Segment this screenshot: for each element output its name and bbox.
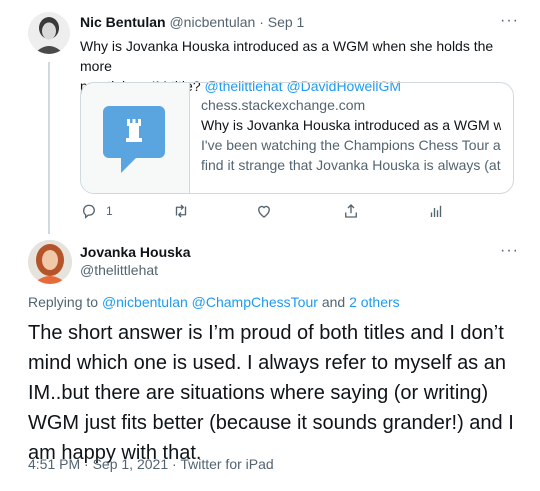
tweet-header: Nic Bentulan @nicbentulan · Sep 1: [80, 14, 304, 30]
avatar[interactable]: [28, 12, 70, 54]
heart-icon: [258, 205, 270, 218]
tweet-time[interactable]: 4:51 PM: [28, 456, 80, 472]
others-link[interactable]: 2 others: [349, 294, 400, 310]
mention-link[interactable]: @ChampChessTour: [192, 294, 318, 310]
avatar-portrait-image: [28, 240, 72, 284]
replying-to-and: and: [321, 294, 346, 310]
reply-button[interactable]: 1: [80, 202, 113, 220]
tweet-date[interactable]: Sep 1, 2021: [93, 456, 169, 472]
replying-to-prefix: Replying to: [28, 294, 99, 310]
card-domain: chess.stackexchange.com: [201, 97, 366, 113]
card-body: chess.stackexchange.com Why is Jovanka H…: [201, 95, 501, 175]
chess-rook-icon: [103, 106, 165, 173]
separator: ·: [84, 456, 89, 472]
share-icon: [345, 204, 357, 218]
card-description: find it strange that Jovanka Houska is a…: [201, 157, 501, 173]
tweet-actions: 1: [80, 202, 460, 224]
tweet-text-line: mind which one is used. I always refer t…: [28, 352, 506, 374]
more-icon[interactable]: ···: [500, 242, 519, 260]
display-name[interactable]: Jovanka Houska: [80, 244, 191, 260]
avatar[interactable]: [28, 240, 72, 284]
thread-connector-line: [48, 62, 50, 234]
separator: ·: [172, 456, 177, 472]
tweet-metadata: 4:51 PM · Sep 1, 2021 · Twitter for iPad: [28, 456, 274, 472]
card-description: I've been watching the Champions Chess T…: [201, 137, 501, 153]
tweet-text-line: The short answer is I’m proud of both ti…: [28, 322, 504, 344]
link-preview-card[interactable]: chess.stackexchange.com Why is Jovanka H…: [80, 82, 514, 194]
separator: ·: [259, 14, 264, 30]
tweet-date[interactable]: Sep 1: [268, 14, 305, 30]
analytics-icon: [430, 205, 442, 217]
reply-count: 1: [106, 204, 113, 218]
tweet-text-line: Why is Jovanka Houska introduced as a WG…: [80, 38, 494, 74]
retweet-button[interactable]: [172, 202, 190, 220]
tweet-client[interactable]: Twitter for iPad: [180, 456, 273, 472]
tweet-text: The short answer is I’m proud of both ti…: [28, 318, 518, 468]
replying-to: Replying to @nicbentulan @ChampChessTour…: [28, 294, 400, 310]
display-name[interactable]: Nic Bentulan: [80, 14, 166, 30]
more-icon[interactable]: ···: [500, 12, 519, 30]
share-button[interactable]: [342, 202, 360, 220]
analytics-button[interactable]: [427, 202, 445, 220]
like-button[interactable]: [255, 202, 273, 220]
card-title: Why is Jovanka Houska introduced as a WG…: [201, 117, 501, 133]
reply-icon: [83, 204, 95, 219]
link-thumbnail: [81, 83, 190, 193]
handle[interactable]: @thelittlehat: [80, 262, 158, 278]
handle[interactable]: @nicbentulan: [169, 14, 255, 30]
mention-link[interactable]: @nicbentulan: [102, 294, 188, 310]
avatar-portrait-image: [28, 12, 70, 54]
retweet-icon: [175, 204, 187, 218]
tweet-text-line: IM..but there are situations where sayin…: [28, 382, 489, 404]
tweet-text-line: WGM just fits better (because it sounds …: [28, 412, 514, 434]
